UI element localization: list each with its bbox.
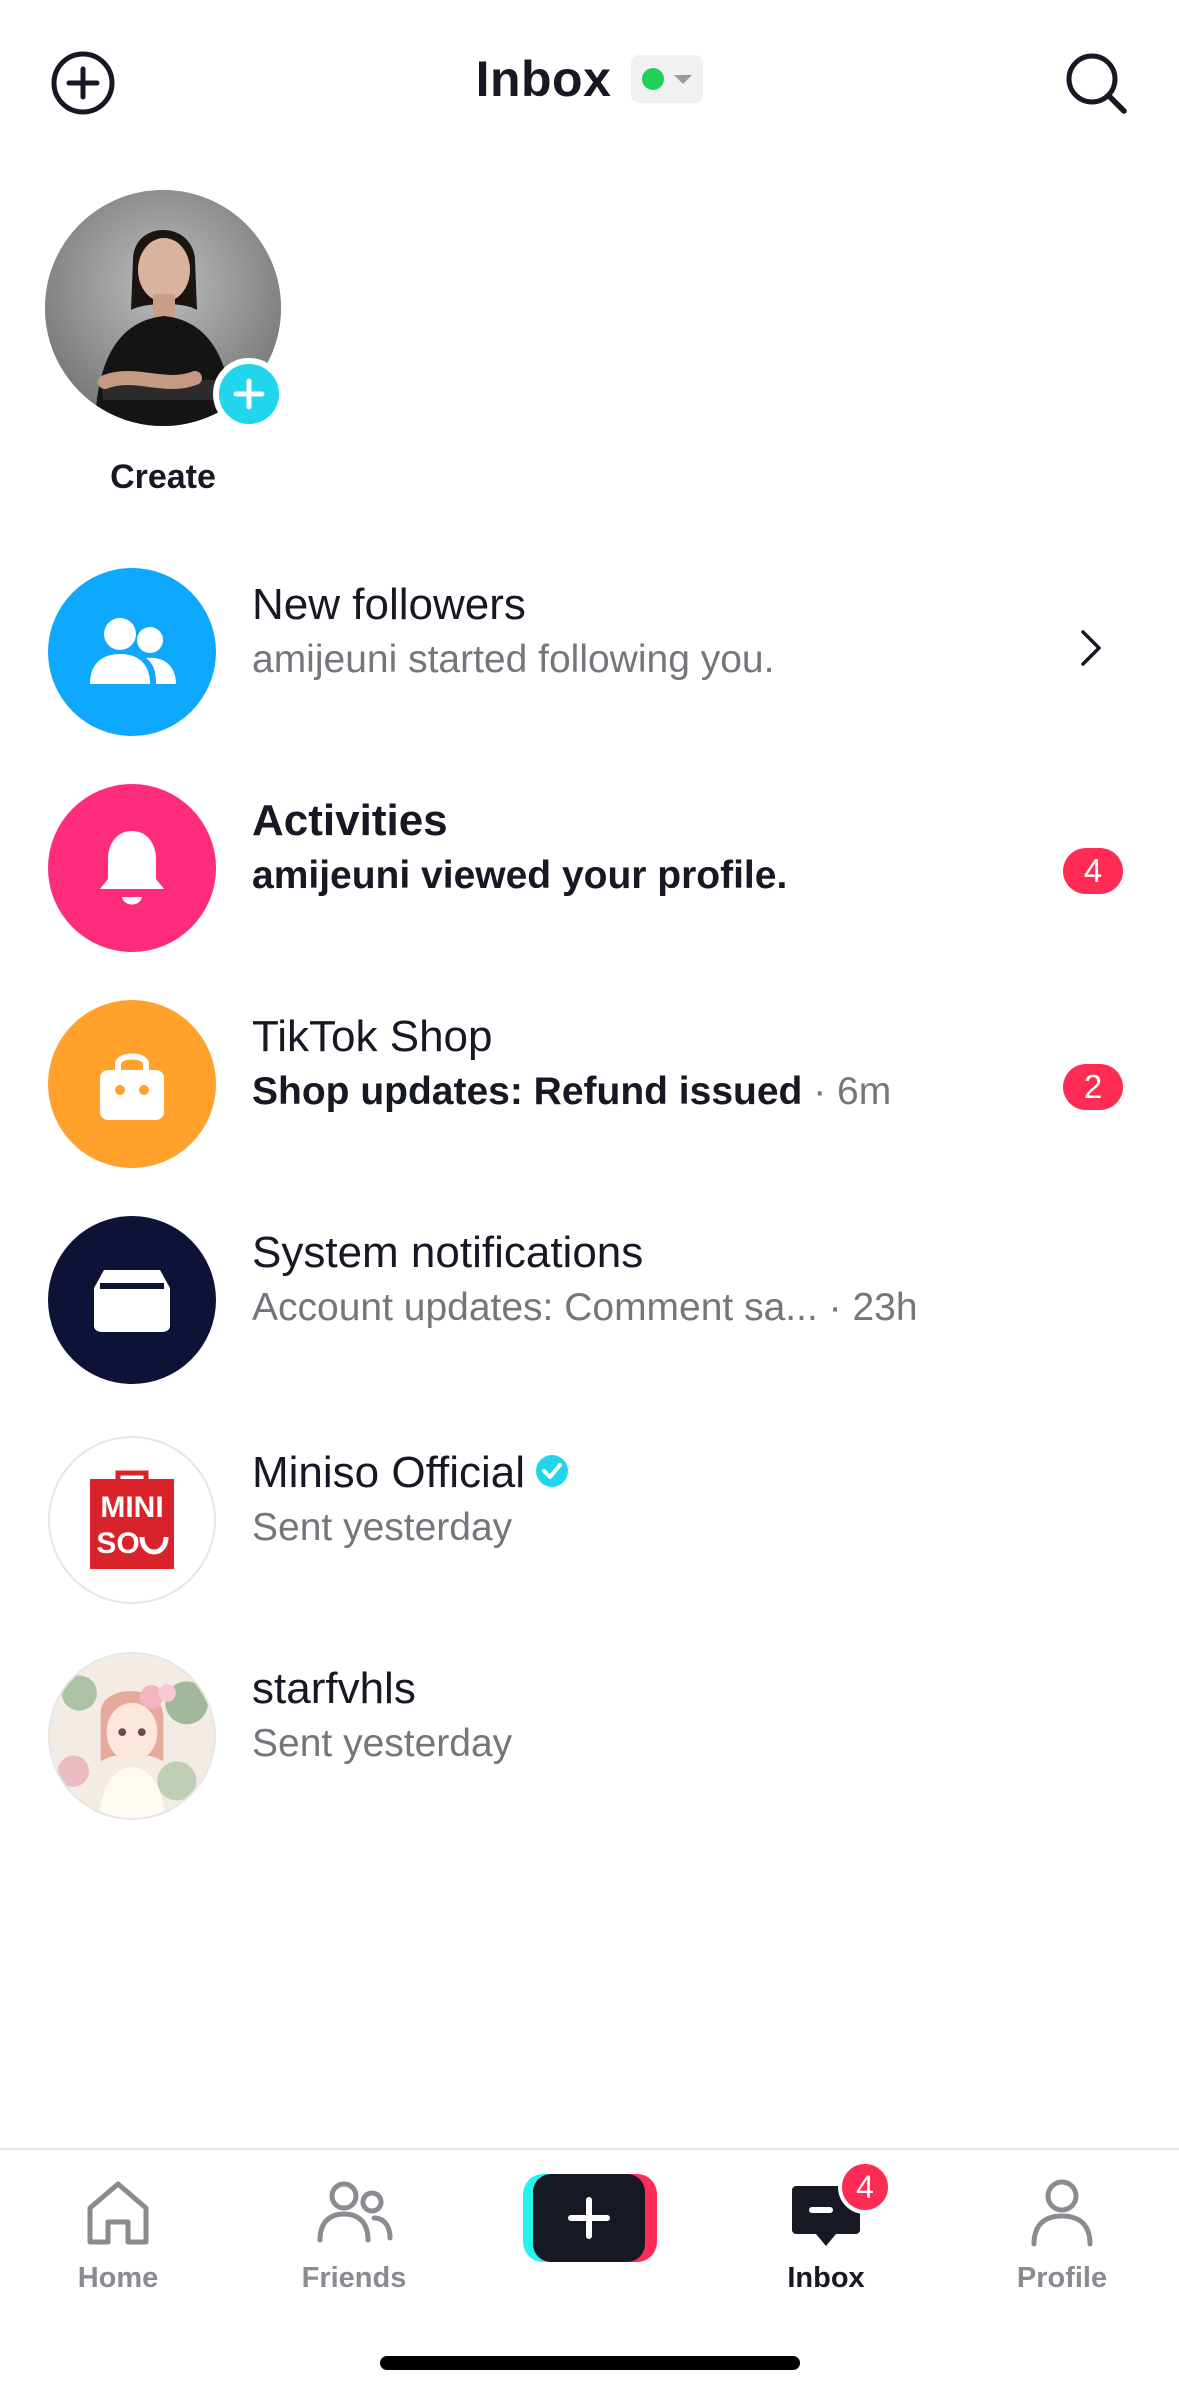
nav-friends[interactable]: Friends [264, 2172, 444, 2302]
inbox-tray-icon [48, 1216, 216, 1384]
row-subtitle-wrap: Account updates: Comment sa... · 23h [252, 1286, 918, 1330]
create-label: Create [110, 458, 216, 496]
row-subtitle-wrap: Shop updates: Refund issued · 6m [252, 1070, 891, 1114]
shopping-bag-icon [48, 1000, 216, 1168]
nav-home-label: Home [77, 2262, 159, 2294]
row-title: starfvhls [252, 1664, 416, 1713]
search-button[interactable] [1061, 48, 1131, 118]
row-title: Activities [252, 796, 448, 845]
bell-icon [48, 784, 216, 952]
nav-home[interactable]: Home [28, 2172, 208, 2302]
row-title-wrap: Miniso Official [252, 1448, 569, 1498]
verified-badge-icon [536, 1455, 569, 1488]
row-subtitle: Sent yesterday [252, 1722, 513, 1765]
online-status-toggle[interactable] [631, 55, 704, 103]
home-indicator [380, 2356, 800, 2370]
row-title: TikTok Shop [252, 1012, 493, 1061]
row-subtitle: Sent yesterday [252, 1506, 513, 1549]
followers-icon [48, 568, 216, 736]
row-subtitle: amijeuni viewed your profile. [252, 854, 788, 897]
logo-text-2: SO [96, 1527, 139, 1560]
row-subtitle: amijeuni started following you. [252, 638, 775, 681]
friends-icon [317, 2181, 393, 2243]
create-story[interactable]: Create [45, 190, 285, 510]
header: Inbox [0, 0, 1179, 165]
online-status-dot [642, 68, 665, 90]
row-time: · 23h [817, 1286, 918, 1329]
title-area: Inbox [0, 50, 1179, 108]
list-item-activities[interactable]: Activities amijeuni viewed your profile.… [0, 762, 1179, 952]
logo-text-1: MINI [100, 1491, 163, 1524]
nav-inbox-label: Inbox [787, 2262, 865, 2294]
chevron-right-icon [1081, 630, 1101, 666]
list-item-tiktok-shop[interactable]: TikTok Shop Shop updates: Refund issued … [0, 978, 1179, 1168]
create-button-core [533, 2174, 645, 2262]
row-title: Miniso Official [252, 1448, 526, 1497]
list-item-new-followers[interactable]: New followers amijeuni started following… [0, 546, 1179, 736]
row-title: System notifications [252, 1228, 644, 1277]
list-item-system-notifications[interactable]: System notifications Account updates: Co… [0, 1194, 1179, 1384]
home-icon [87, 2181, 149, 2245]
plus-icon [233, 378, 265, 410]
unread-badge: 2 [1063, 1064, 1123, 1110]
caret-down-icon [674, 74, 693, 84]
add-story-button[interactable] [213, 358, 285, 430]
inbox-badge: 4 [838, 2160, 892, 2214]
row-title: New followers [252, 580, 526, 629]
row-subtitle: Shop updates: Refund issued [252, 1070, 803, 1113]
list-item-miniso-official[interactable]: MINI SO Miniso Official Sent yesterday [0, 1414, 1179, 1604]
plus-icon [568, 2197, 610, 2239]
search-icon [1066, 53, 1127, 114]
nav-profile[interactable]: Profile [972, 2172, 1152, 2302]
nav-profile-label: Profile [1016, 2262, 1108, 2294]
user-avatar [48, 1652, 216, 1820]
unread-badge: 4 [1063, 848, 1123, 894]
nav-friends-label: Friends [301, 2262, 407, 2294]
miniso-logo: MINI SO [48, 1436, 216, 1604]
page-title: Inbox [475, 51, 612, 107]
list-item-starfvhls[interactable]: starfvhls Sent yesterday [0, 1630, 1179, 1820]
row-subtitle: Account updates: Comment sa... [252, 1286, 818, 1329]
inbox-screen: Inbox Create New followers amijeuni star… [0, 0, 1179, 2396]
row-time: · 6m [802, 1070, 892, 1113]
nav-inbox[interactable]: 4 Inbox [736, 2160, 916, 2302]
create-video-button[interactable] [523, 2174, 657, 2262]
profile-icon [1031, 2179, 1093, 2247]
